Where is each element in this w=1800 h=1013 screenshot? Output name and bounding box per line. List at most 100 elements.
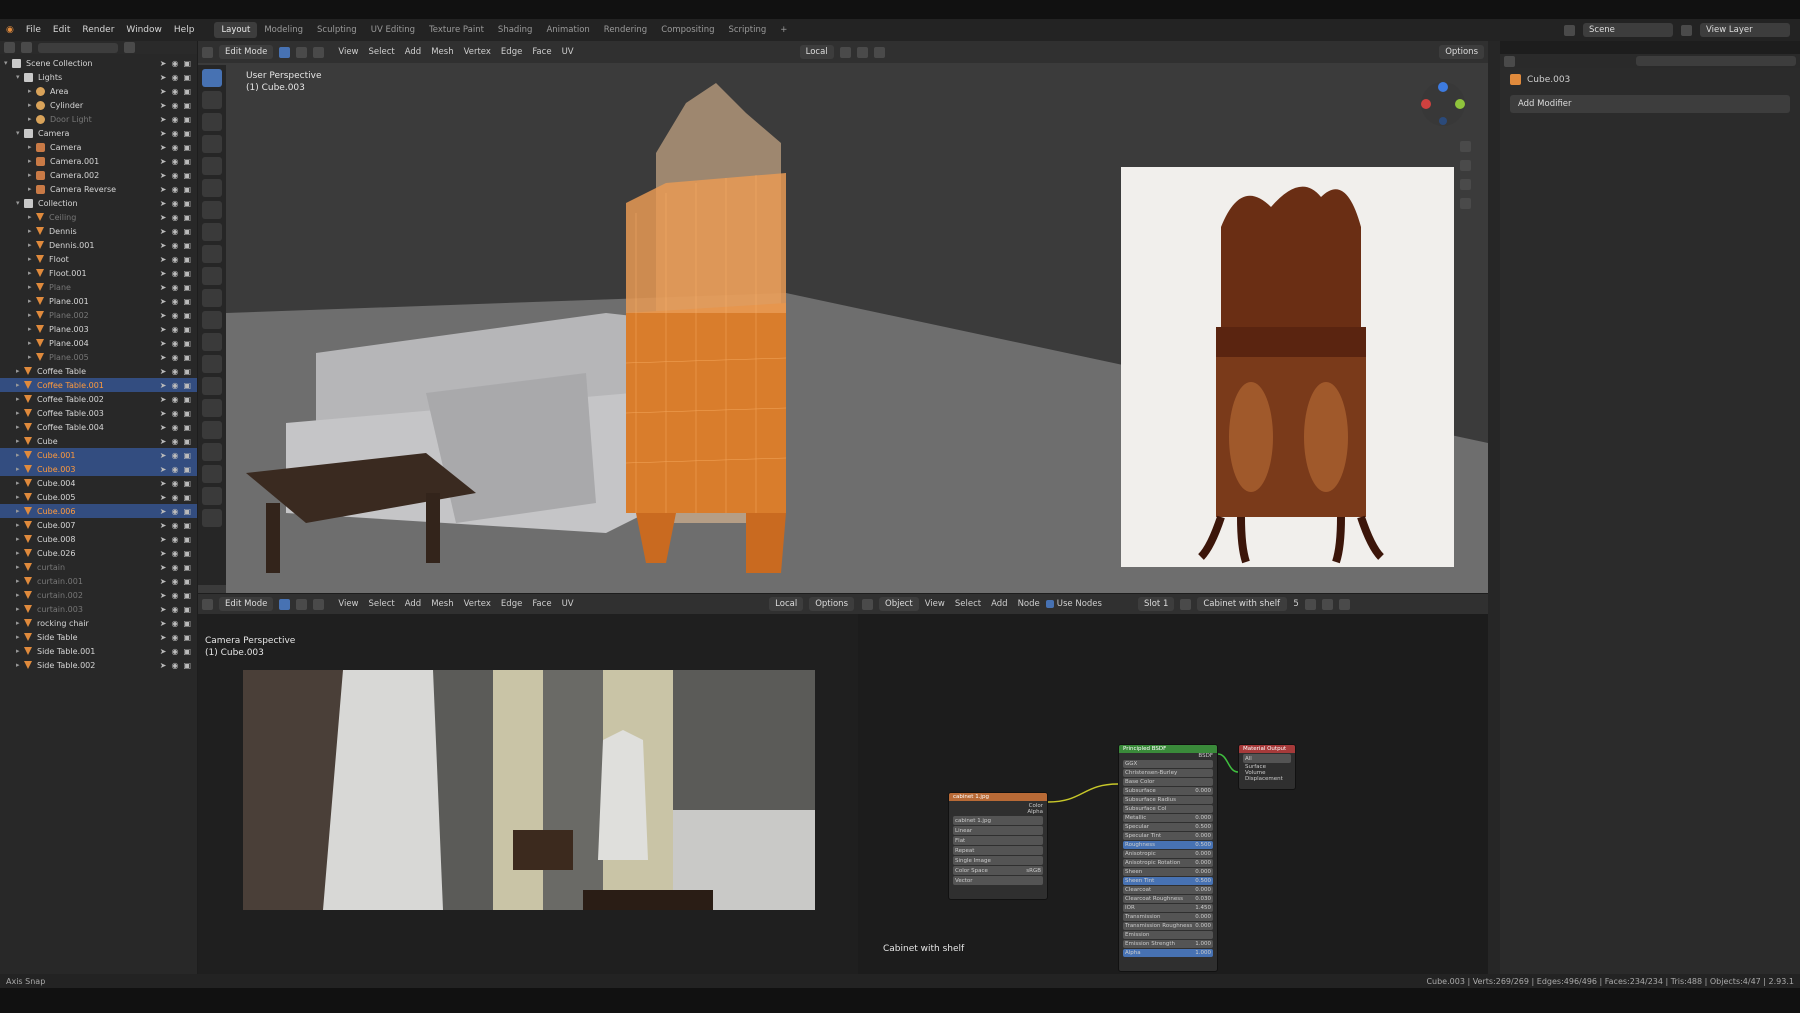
eye-icon[interactable]: ◉ bbox=[171, 493, 178, 502]
eye-icon[interactable]: ◉ bbox=[171, 241, 178, 250]
pan-hand-icon[interactable] bbox=[1460, 160, 1471, 171]
camera-render-icon[interactable]: ▣ bbox=[183, 283, 191, 292]
menu-face[interactable]: Face bbox=[532, 599, 551, 609]
select-arrow-icon[interactable]: ➤ bbox=[160, 437, 167, 446]
extrude-tool-icon[interactable] bbox=[202, 267, 222, 285]
viewport-bottom[interactable]: Edit Mode View Select Add Mesh Vertex Edge Fac… bbox=[198, 594, 858, 974]
camera-render-icon[interactable]: ▣ bbox=[183, 143, 191, 152]
outliner-item[interactable]: ▸ Coffee Table.001 ➤ ◉ ▣ bbox=[0, 378, 197, 392]
select-arrow-icon[interactable]: ➤ bbox=[160, 115, 167, 124]
select-arrow-icon[interactable]: ➤ bbox=[160, 157, 167, 166]
expand-arrow-icon[interactable]: ▸ bbox=[28, 311, 36, 319]
camera-render-icon[interactable]: ▣ bbox=[183, 241, 191, 250]
camera-render-icon[interactable]: ▣ bbox=[183, 199, 191, 208]
menu-mesh[interactable]: Mesh bbox=[431, 47, 453, 57]
mode-selector[interactable]: Edit Mode bbox=[219, 45, 274, 59]
camera-render-icon[interactable]: ▣ bbox=[183, 73, 191, 82]
outliner-item[interactable]: ▸ curtain ➤ ◉ ▣ bbox=[0, 560, 197, 574]
select-arrow-icon[interactable]: ➤ bbox=[160, 563, 167, 572]
select-arrow-icon[interactable]: ➤ bbox=[160, 577, 167, 586]
eye-icon[interactable]: ◉ bbox=[171, 367, 178, 376]
outliner-item[interactable]: ▸ Camera Reverse ➤ ◉ ▣ bbox=[0, 182, 197, 196]
eye-icon[interactable]: ◉ bbox=[171, 549, 178, 558]
eye-icon[interactable]: ◉ bbox=[171, 423, 178, 432]
pivot-icon[interactable] bbox=[839, 46, 851, 58]
knife-tool-icon[interactable] bbox=[202, 355, 222, 373]
camera-render-icon[interactable]: ▣ bbox=[183, 59, 191, 68]
expand-arrow-icon[interactable]: ▸ bbox=[28, 143, 36, 151]
select-arrow-icon[interactable]: ➤ bbox=[160, 325, 167, 334]
select-arrow-icon[interactable]: ➤ bbox=[160, 73, 167, 82]
select-arrow-icon[interactable]: ➤ bbox=[160, 213, 167, 222]
transform-orientation[interactable]: Local bbox=[769, 597, 804, 611]
eye-icon[interactable]: ◉ bbox=[171, 87, 178, 96]
eye-icon[interactable]: ◉ bbox=[171, 311, 178, 320]
menu-vertex[interactable]: Vertex bbox=[464, 599, 491, 609]
editor-type-icon[interactable] bbox=[202, 46, 213, 58]
select-arrow-icon[interactable]: ➤ bbox=[160, 339, 167, 348]
workspace-tab[interactable]: Shading bbox=[491, 22, 540, 38]
expand-arrow-icon[interactable]: ▸ bbox=[28, 115, 36, 123]
expand-arrow-icon[interactable]: ▸ bbox=[16, 409, 24, 417]
expand-arrow-icon[interactable]: ▸ bbox=[28, 241, 36, 249]
expand-arrow-icon[interactable]: ▸ bbox=[16, 661, 24, 669]
camera-render-icon[interactable]: ▣ bbox=[183, 549, 191, 558]
face-select-icon[interactable] bbox=[313, 598, 325, 610]
smooth-tool-icon[interactable] bbox=[202, 421, 222, 439]
menu-view[interactable]: View bbox=[338, 47, 358, 57]
navigation-gizmo[interactable] bbox=[1418, 79, 1468, 129]
eye-icon[interactable]: ◉ bbox=[171, 325, 178, 334]
viewport-top[interactable]: Edit Mode View Select Add Mesh Vertex Edge Fac… bbox=[198, 41, 1488, 593]
menu-edit[interactable]: Edit bbox=[47, 25, 76, 35]
outliner-item[interactable]: ▸ Cube ➤ ◉ ▣ bbox=[0, 434, 197, 448]
workspace-tab[interactable]: Sculpting bbox=[310, 22, 364, 38]
camera-render-icon[interactable]: ▣ bbox=[183, 465, 191, 474]
eye-icon[interactable]: ◉ bbox=[171, 577, 178, 586]
menu-select[interactable]: Select bbox=[369, 47, 395, 57]
select-arrow-icon[interactable]: ➤ bbox=[160, 353, 167, 362]
display-mode-icon[interactable] bbox=[21, 42, 32, 53]
outliner-item[interactable]: ▸ Dennis.001 ➤ ◉ ▣ bbox=[0, 238, 197, 252]
transform-tool-icon[interactable] bbox=[202, 179, 222, 197]
eye-icon[interactable]: ◉ bbox=[171, 213, 178, 222]
eye-icon[interactable]: ◉ bbox=[171, 521, 178, 530]
select-box-tool-icon[interactable] bbox=[202, 69, 222, 87]
expand-arrow-icon[interactable]: ▸ bbox=[16, 465, 24, 473]
expand-arrow-icon[interactable]: ▸ bbox=[16, 577, 24, 585]
outliner-item[interactable]: ▸ Cube.003 ➤ ◉ ▣ bbox=[0, 462, 197, 476]
outliner-item[interactable]: ▸ Cube.026 ➤ ◉ ▣ bbox=[0, 546, 197, 560]
workspace-tab[interactable]: Scripting bbox=[721, 22, 773, 38]
outliner-item[interactable]: ▸ curtain.003 ➤ ◉ ▣ bbox=[0, 602, 197, 616]
expand-arrow-icon[interactable]: ▸ bbox=[28, 87, 36, 95]
blender-logo-icon[interactable]: ◉ bbox=[0, 25, 20, 35]
camera-render-icon[interactable]: ▣ bbox=[183, 619, 191, 628]
camera-render-icon[interactable]: ▣ bbox=[183, 493, 191, 502]
camera-render-icon[interactable]: ▣ bbox=[183, 269, 191, 278]
camera-render-icon[interactable]: ▣ bbox=[183, 479, 191, 488]
eye-icon[interactable]: ◉ bbox=[171, 563, 178, 572]
expand-arrow-icon[interactable]: ▸ bbox=[16, 605, 24, 613]
select-arrow-icon[interactable]: ➤ bbox=[160, 241, 167, 250]
menu-add[interactable]: Add bbox=[405, 47, 421, 57]
camera-render-icon[interactable]: ▣ bbox=[183, 255, 191, 264]
expand-arrow-icon[interactable]: ▸ bbox=[28, 171, 36, 179]
menu-mesh[interactable]: Mesh bbox=[431, 599, 453, 609]
eye-icon[interactable]: ◉ bbox=[171, 185, 178, 194]
expand-arrow-icon[interactable]: ▾ bbox=[16, 199, 24, 207]
workspace-tab[interactable]: + bbox=[773, 22, 794, 38]
select-arrow-icon[interactable]: ➤ bbox=[160, 227, 167, 236]
menu-add[interactable]: Add bbox=[405, 599, 421, 609]
eye-icon[interactable]: ◉ bbox=[171, 507, 178, 516]
outliner-item[interactable]: ▸ Floot.001 ➤ ◉ ▣ bbox=[0, 266, 197, 280]
camera-render-icon[interactable]: ▣ bbox=[183, 451, 191, 460]
options-button[interactable]: Options bbox=[1439, 45, 1484, 59]
select-arrow-icon[interactable]: ➤ bbox=[160, 269, 167, 278]
eye-icon[interactable]: ◉ bbox=[171, 227, 178, 236]
expand-arrow-icon[interactable]: ▸ bbox=[28, 339, 36, 347]
editor-type-icon[interactable] bbox=[1504, 55, 1515, 67]
add-cube-tool-icon[interactable] bbox=[202, 245, 222, 263]
select-arrow-icon[interactable]: ➤ bbox=[160, 367, 167, 376]
add-modifier-button[interactable]: Add Modifier bbox=[1510, 95, 1790, 113]
eye-icon[interactable]: ◉ bbox=[171, 647, 178, 656]
expand-arrow-icon[interactable]: ▾ bbox=[16, 129, 24, 137]
